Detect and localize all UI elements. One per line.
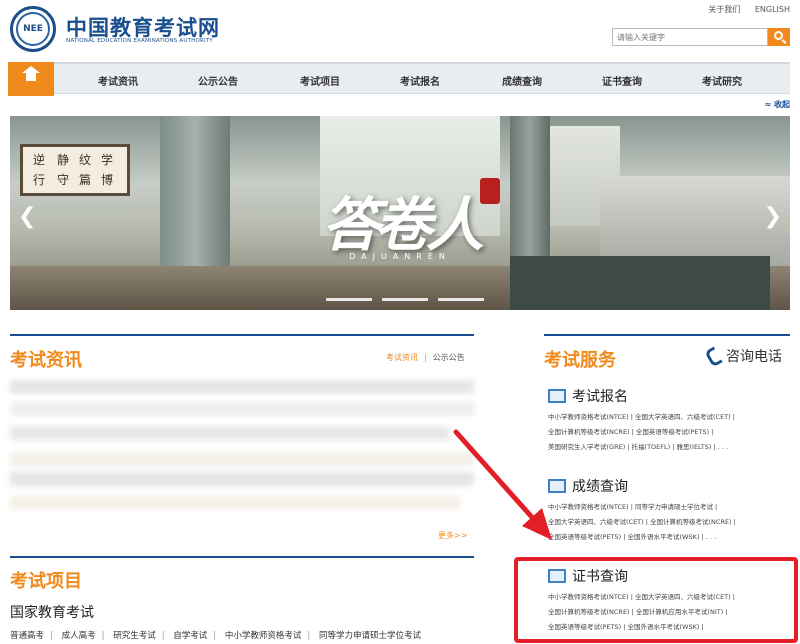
board-char: 静 (57, 153, 70, 167)
projects-links: 普通高考 | 成人高考 | 研究生考试 | 自学考试 | 中小学教师资格考试 | 同等学力… (10, 629, 427, 641)
project-link[interactable]: 中小学教师资格考试 (225, 631, 302, 641)
news-title: 考试资讯 (10, 350, 82, 371)
service-link-line[interactable]: 中小学教师资格考试(NTCE) | 全国大学英语四、六级考试(CET) | (548, 410, 788, 425)
banner-desk (510, 256, 770, 310)
tab-news[interactable]: 考试资讯 (386, 353, 418, 362)
highlight-box (514, 557, 798, 643)
logo-text: NEE (23, 24, 43, 34)
main-nav: 考试资讯 公示公告 考试项目 考试报名 成绩查询 证书查询 考试研究 (8, 62, 790, 96)
banner-pagination (326, 298, 486, 302)
project-link[interactable]: 成人高考 (62, 631, 96, 641)
site-name-en: NATIONAL EDUCATION EXAMINATIONS AUTHORIT… (66, 38, 213, 44)
news-divider (10, 334, 474, 336)
services-title: 考试服务 (544, 350, 616, 371)
service-link-line[interactable]: 全国计算机等级考试(NCRE) | 全国英语等级考试(PETS) | (548, 425, 788, 440)
link-separator: | (161, 631, 165, 641)
tab-separator: | (424, 353, 427, 362)
collapse-toggle[interactable]: ≈ 收起 (765, 99, 791, 110)
consult-phone[interactable]: 咨询电话 (706, 345, 782, 366)
nav-home-button[interactable] (8, 62, 54, 96)
banner-prev-icon[interactable]: ❮ (18, 204, 36, 229)
monitor-icon (548, 389, 566, 403)
project-link[interactable]: 自学考试 (173, 631, 207, 641)
english-link[interactable]: ENGLISH (755, 5, 790, 14)
service-registration-title: 考试报名 (572, 389, 628, 405)
red-arrow-annotation (453, 429, 552, 540)
projects-subtitle: 国家教育考试 (10, 605, 94, 621)
news-tabs: 考试资讯 | 公示公告 (386, 352, 465, 363)
service-scores-items: 中小学教师资格考试(NTCE) | 同等学力申请硕士学位考试 | 全国大学英语四… (548, 500, 788, 545)
service-scores: 成绩查询 中小学教师资格考试(NTCE) | 同等学力申请硕士学位考试 | 全国… (544, 476, 790, 556)
project-link[interactable]: 普通高考 (10, 631, 44, 641)
search-icon (774, 31, 783, 40)
service-registration: 考试报名 中小学教师资格考试(NTCE) | 全国大学英语四、六级考试(CET)… (544, 386, 790, 466)
link-separator: | (213, 631, 217, 641)
service-link-line[interactable]: 全国大学英语四、六级考试(CET) | 全国计算机等级考试(NCRE) | (548, 515, 788, 530)
nav-item-certificates[interactable]: 证书查询 (602, 73, 642, 88)
hero-banner[interactable]: 逆 行 静 守 纹 篇 学 博 答卷人 DAJUANREN ❮ ❯ (10, 116, 790, 310)
home-icon (22, 66, 40, 84)
service-link-line[interactable]: 全国英语等级考试(PETS) | 全国外语水平考试(WSK) | . . . (548, 530, 788, 545)
link-separator: | (50, 631, 53, 641)
link-separator: | (307, 631, 311, 641)
top-links: 关于我们 ENGLISH (696, 4, 790, 15)
consult-phone-label: 咨询电话 (726, 349, 782, 365)
search-button[interactable] (768, 28, 790, 46)
banner-dot[interactable] (438, 298, 484, 301)
nav-item-notices[interactable]: 公示公告 (198, 73, 238, 88)
tab-notices[interactable]: 公示公告 (433, 353, 465, 362)
site-logo[interactable]: NEE (10, 6, 56, 52)
service-link-line[interactable]: 中小学教师资格考试(NTCE) | 同等学力申请硕士学位考试 | (548, 500, 788, 515)
board-char: 纹 (79, 153, 92, 167)
search-input[interactable] (612, 28, 768, 46)
nav-item-scores[interactable]: 成绩查询 (502, 73, 542, 88)
service-registration-items: 中小学教师资格考试(NTCE) | 全国大学英语四、六级考试(CET) | 全国… (548, 410, 788, 455)
link-separator: | (101, 631, 105, 641)
banner-dot[interactable] (382, 298, 428, 301)
news-list-blurred (10, 376, 474, 526)
board-char: 学 (101, 153, 114, 167)
phone-icon (706, 347, 722, 363)
banner-title: 答卷人 (321, 191, 484, 259)
banner-subtitle: DAJUANREN (349, 252, 451, 261)
projects-divider (10, 556, 474, 558)
project-link[interactable]: 研究生考试 (113, 631, 156, 641)
board-char: 逆 (33, 153, 46, 167)
banner-next-icon[interactable]: ❯ (764, 204, 782, 229)
projects-title: 考试项目 (10, 571, 82, 592)
nav-item-news[interactable]: 考试资讯 (98, 73, 138, 88)
services-divider (544, 334, 790, 336)
service-link-line[interactable]: 美国研究生入学考试(GRE) | 托福(TOEFL) | 雅思(IELTS) |… (548, 440, 788, 455)
nav-item-exams[interactable]: 考试项目 (300, 73, 340, 88)
nav-item-research[interactable]: 考试研究 (702, 73, 742, 88)
service-scores-title: 成绩查询 (572, 479, 628, 495)
nav-item-registration[interactable]: 考试报名 (400, 73, 440, 88)
service-registration-head[interactable]: 考试报名 (548, 386, 628, 406)
banner-dot[interactable] (326, 298, 372, 301)
about-link[interactable]: 关于我们 (708, 5, 740, 14)
project-link[interactable]: 同等学力申请硕士学位考试 (319, 631, 421, 641)
